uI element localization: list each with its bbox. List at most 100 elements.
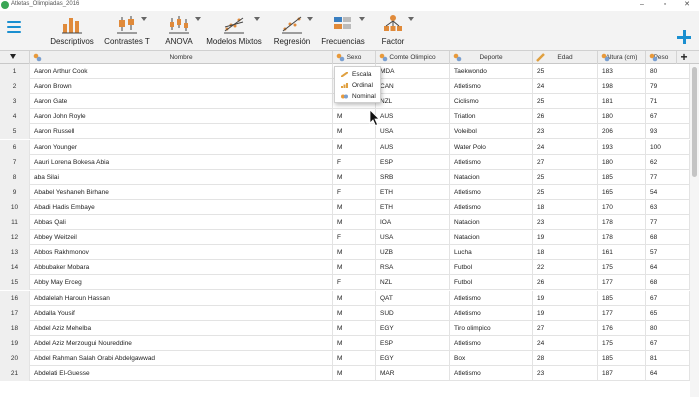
cell-edad[interactable]: 24 (533, 79, 598, 95)
anova-button[interactable]: ANOVA (160, 13, 201, 50)
cell-comite[interactable]: MAR (376, 366, 450, 381)
menu-item-nominal[interactable]: Nominal (335, 91, 382, 102)
table-row[interactable]: 4 Aaron John Royle M AUS Triatlon 26 180 67 (0, 109, 699, 125)
cell-nombre[interactable]: Abbas Qali (30, 215, 333, 230)
cell-peso[interactable]: 77 (646, 215, 690, 230)
cell-sexo[interactable]: M (333, 335, 376, 351)
cell-nombre[interactable]: Abdel Aziz Mehelba (30, 320, 333, 336)
scrollbar-thumb[interactable] (692, 67, 697, 177)
cell-altura[interactable]: 177 (598, 275, 646, 291)
cell-peso[interactable]: 67 (646, 290, 690, 306)
cell-altura[interactable]: 175 (598, 260, 646, 276)
cell-altura[interactable]: 175 (598, 335, 646, 351)
column-header-peso[interactable]: Peso (646, 51, 677, 64)
cell-edad[interactable]: 28 (533, 350, 598, 366)
row-number[interactable]: 4 (0, 109, 30, 125)
cell-sexo[interactable]: F (333, 275, 376, 291)
cell-peso[interactable]: 100 (646, 139, 690, 155)
cell-nombre[interactable]: Aaron Brown (30, 79, 333, 95)
cell-deporte[interactable]: Natacion (450, 215, 533, 230)
cell-edad[interactable]: 23 (533, 366, 598, 381)
cell-comite[interactable]: NZL (376, 275, 450, 291)
table-row[interactable]: 11 Abbas Qali M IOA Natacion 23 178 77 (0, 215, 699, 230)
cell-deporte[interactable]: Atletismo (450, 184, 533, 200)
descriptivos-button[interactable]: Descriptivos (48, 13, 96, 50)
cell-nombre[interactable]: Aaron Arthur Cook (30, 64, 333, 79)
table-row[interactable]: 21 Abdelati El-Guesse M MAR Atletismo 23 187 64 (0, 366, 699, 381)
plus-icon[interactable] (677, 30, 691, 44)
cell-deporte[interactable]: Atletismo (450, 335, 533, 351)
cell-comite[interactable]: RSA (376, 260, 450, 276)
row-number[interactable]: 16 (0, 290, 30, 306)
cell-comite[interactable]: EGY (376, 350, 450, 366)
cell-deporte[interactable]: Atletismo (450, 366, 533, 381)
cell-altura[interactable]: 180 (598, 154, 646, 170)
cell-altura[interactable]: 187 (598, 366, 646, 381)
table-row[interactable]: 14 Abbubaker Mobara M RSA Futbol 22 175 64 (0, 260, 699, 276)
cell-nombre[interactable]: Aaron Gate (30, 94, 333, 110)
factor-dropdown-icon[interactable] (408, 17, 414, 21)
cell-nombre[interactable]: Aauri Lorena Bokesa Abia (30, 154, 333, 170)
cell-edad[interactable]: 25 (533, 64, 598, 79)
table-row[interactable]: 9 Ababel Yeshaneh Birhane F ETH Atletismo 25 1… (0, 184, 699, 200)
cell-deporte[interactable]: Atletismo (450, 305, 533, 321)
cell-comite[interactable]: MDA (376, 64, 450, 79)
table-row[interactable]: 16 Abdalelah Haroun Hassan M QAT Atletismo 19… (0, 290, 699, 306)
table-row[interactable]: 10 Abadi Hadis Embaye M ETH Atletismo 18 170 63 (0, 199, 699, 215)
cell-deporte[interactable]: Natacion (450, 169, 533, 185)
row-number[interactable]: 13 (0, 245, 30, 261)
row-number[interactable]: 20 (0, 350, 30, 366)
cell-nombre[interactable]: Ababel Yeshaneh Birhane (30, 184, 333, 200)
cell-edad[interactable]: 27 (533, 154, 598, 170)
cell-edad[interactable]: 19 (533, 290, 598, 306)
cell-deporte[interactable]: Triatlon (450, 109, 533, 125)
cell-edad[interactable]: 22 (533, 260, 598, 276)
cell-nombre[interactable]: Abdel Aziz Merzougui Noureddine (30, 335, 333, 351)
cell-sexo[interactable]: M (333, 245, 376, 261)
cell-deporte[interactable]: Futbol (450, 275, 533, 291)
cell-sexo[interactable]: M (333, 139, 376, 155)
cell-comite[interactable]: IOA (376, 215, 450, 230)
menu-item-ordinal[interactable]: Ordinal (335, 80, 382, 91)
cell-nombre[interactable]: Abdel Rahman Salah Orabi Abdelgawwad (30, 350, 333, 366)
table-row[interactable]: 6 Aaron Younger M AUS Water Polo 24 193 100 (0, 139, 699, 155)
frecuencias-button[interactable]: Frecuencias (320, 13, 366, 50)
cell-peso[interactable]: 57 (646, 245, 690, 261)
cell-peso[interactable]: 93 (646, 124, 690, 140)
cell-nombre[interactable]: Abbubaker Mobara (30, 260, 333, 276)
cell-edad[interactable]: 18 (533, 245, 598, 261)
cell-nombre[interactable]: Abbey Weitzeil (30, 230, 333, 246)
row-number[interactable]: 9 (0, 184, 30, 200)
cell-altura[interactable]: 180 (598, 109, 646, 125)
cell-peso[interactable]: 65 (646, 305, 690, 321)
cell-deporte[interactable]: Lucha (450, 245, 533, 261)
row-number[interactable]: 11 (0, 215, 30, 230)
cell-altura[interactable]: 170 (598, 199, 646, 215)
cell-comite[interactable]: AUS (376, 139, 450, 155)
cell-deporte[interactable]: Taekwondo (450, 64, 533, 79)
cell-deporte[interactable]: Futbol (450, 260, 533, 276)
row-number[interactable]: 19 (0, 335, 30, 351)
cell-peso[interactable]: 67 (646, 335, 690, 351)
cell-edad[interactable]: 26 (533, 275, 598, 291)
table-row[interactable]: 15 Abby May Erceg F NZL Futbol 26 177 68 (0, 275, 699, 291)
cell-peso[interactable]: 68 (646, 230, 690, 246)
row-number[interactable]: 8 (0, 169, 30, 185)
cell-comite[interactable]: USA (376, 124, 450, 140)
cell-altura[interactable]: 176 (598, 320, 646, 336)
maximize-button[interactable]: ▫ (657, 0, 673, 11)
column-header-comite[interactable]: Comte Olimpico (376, 51, 450, 64)
cell-comite[interactable]: ESP (376, 335, 450, 351)
cell-comite[interactable]: SRB (376, 169, 450, 185)
menu-item-escala[interactable]: Escala (335, 69, 382, 80)
cell-altura[interactable]: 181 (598, 94, 646, 110)
cell-peso[interactable]: 71 (646, 94, 690, 110)
cell-peso[interactable]: 80 (646, 320, 690, 336)
cell-altura[interactable]: 161 (598, 245, 646, 261)
cell-edad[interactable]: 18 (533, 199, 598, 215)
contrastes-t-dropdown-icon[interactable] (141, 17, 147, 21)
cell-deporte[interactable]: Water Polo (450, 139, 533, 155)
cell-edad[interactable]: 24 (533, 139, 598, 155)
cell-peso[interactable]: 54 (646, 184, 690, 200)
cell-nombre[interactable]: Aaron John Royle (30, 109, 333, 125)
